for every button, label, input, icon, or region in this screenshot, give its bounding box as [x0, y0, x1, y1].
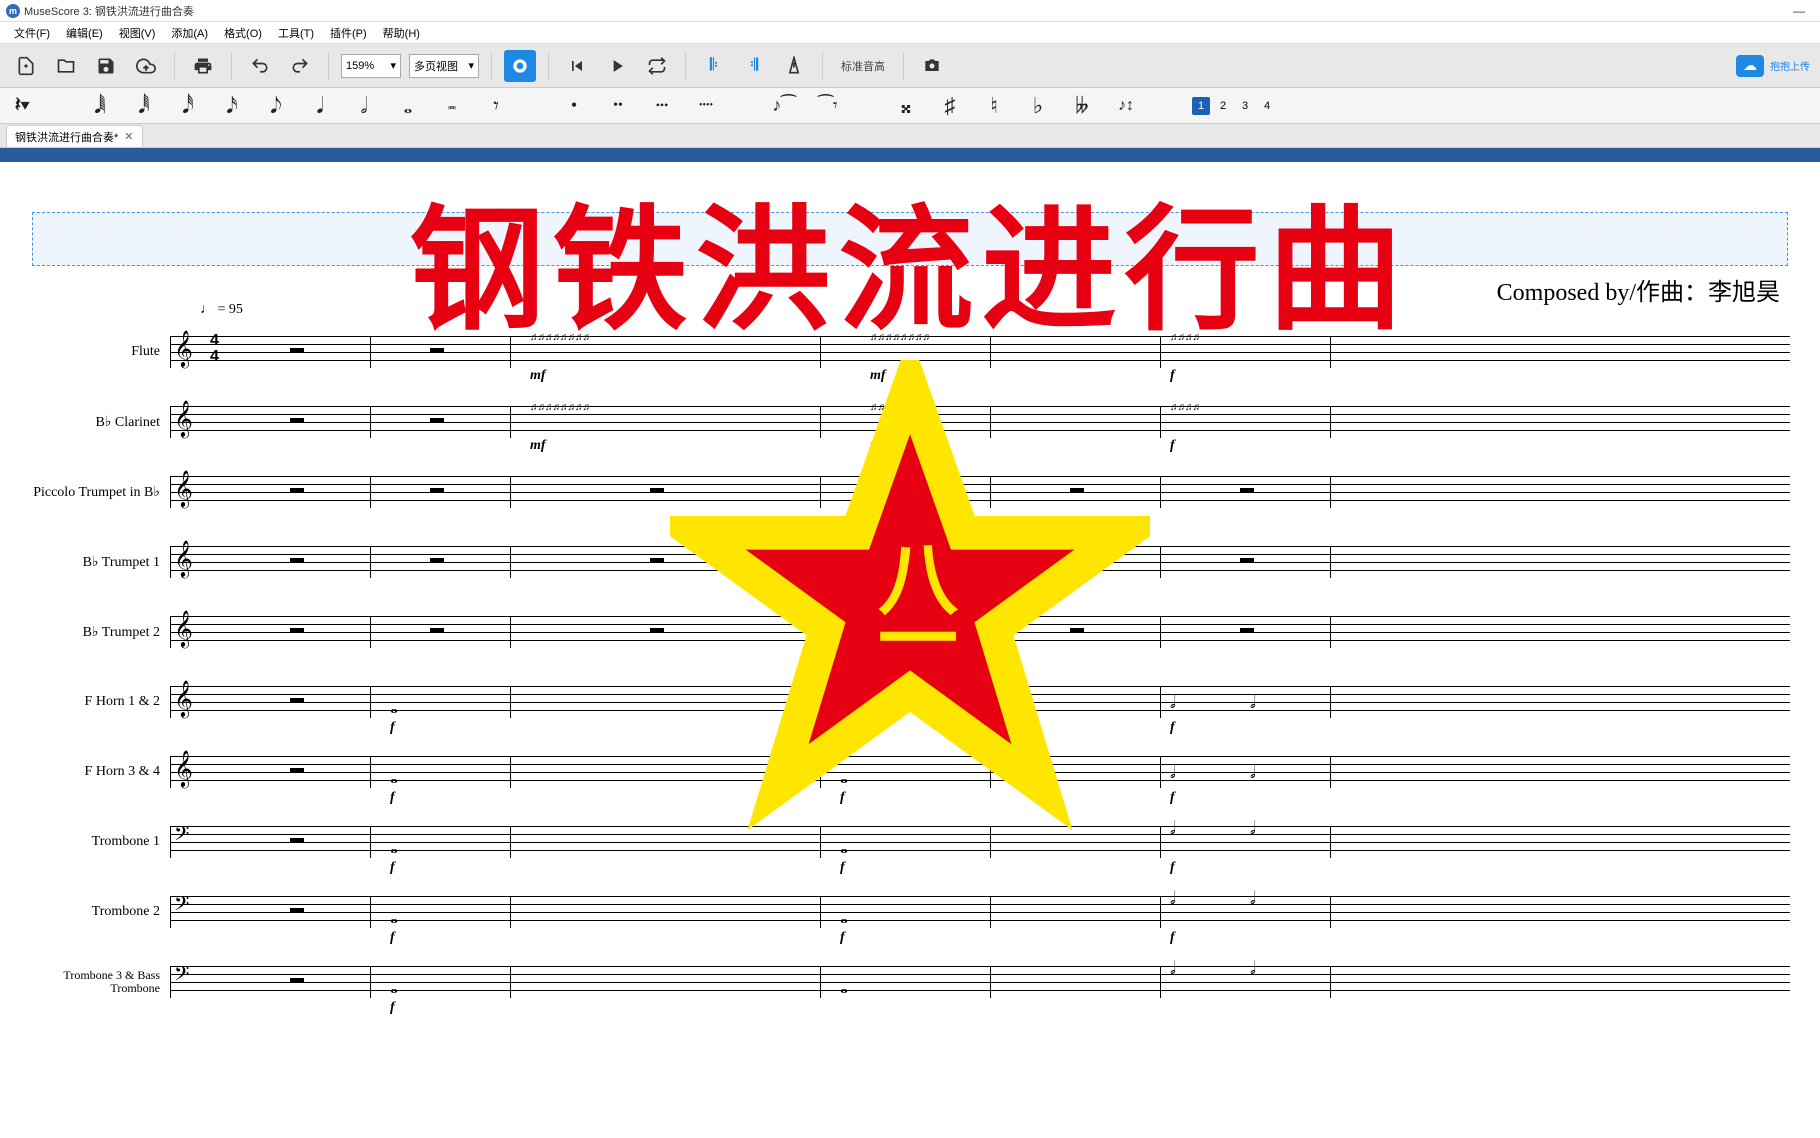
- bass-clef-icon: 𝄢: [174, 894, 189, 921]
- voice-2-button[interactable]: 2: [1214, 97, 1232, 115]
- treble-clef-icon: 𝄞: [174, 400, 193, 438]
- staff-trombone-1[interactable]: Trombone 1 𝄢 𝅝 𝅝 𝅗𝅥 𝅗𝅥 f f f: [30, 807, 1790, 877]
- menu-edit[interactable]: 编辑(E): [58, 25, 111, 41]
- app-logo-icon: m: [6, 4, 20, 18]
- staff-system: Flute 𝄞 44 mf mf f ♫♫♫♫♫♫♫♫ ♫♫♫♫♫♫♫♫ ♫♫♫…: [30, 317, 1790, 1017]
- menu-add[interactable]: 添加(A): [163, 25, 216, 41]
- note-32nd[interactable]: 𝅘𝅥𝅱: [132, 93, 156, 119]
- double-flat-button[interactable]: 𝄫: [1070, 93, 1094, 119]
- document-tab-bar: 钢铁洪流进行曲合奏* ✕: [0, 124, 1820, 148]
- treble-clef-icon: 𝄞: [174, 680, 193, 718]
- staff-trumpet-1[interactable]: B♭ Trumpet 1 𝄞: [30, 527, 1790, 597]
- repeat-end-button[interactable]: 𝄇: [738, 50, 770, 82]
- note-64th[interactable]: 𝅘𝅥𝅲: [88, 93, 112, 119]
- menu-plugins[interactable]: 插件(P): [322, 25, 375, 41]
- note-half[interactable]: 𝅘𝅥: [308, 93, 332, 119]
- treble-clef-icon: 𝄞: [174, 330, 193, 368]
- tie-button[interactable]: ♪⁀: [772, 95, 796, 116]
- voice-selector: 1 2 3 4: [1192, 97, 1276, 115]
- window-titlebar: m MuseScore 3: 钢铁洪流进行曲合奏 —: [0, 0, 1820, 22]
- new-file-button[interactable]: [10, 50, 42, 82]
- double-sharp-button[interactable]: 𝄪: [894, 93, 918, 119]
- note-16th[interactable]: 𝅘𝅥𝅰: [176, 93, 200, 119]
- repeat-start-button[interactable]: 𝄆: [698, 50, 730, 82]
- score-header-bar: [0, 148, 1820, 162]
- window-title: MuseScore 3: 钢铁洪流进行曲合奏: [24, 3, 194, 19]
- menu-view[interactable]: 视图(V): [111, 25, 164, 41]
- staff-trombone-2[interactable]: Trombone 2 𝄢 𝅝 𝅝 𝅗𝅥 𝅗𝅥 f f f: [30, 877, 1790, 947]
- save-button[interactable]: [90, 50, 122, 82]
- staff-trumpet-2[interactable]: B♭ Trumpet 2 𝄞: [30, 597, 1790, 667]
- document-tab[interactable]: 钢铁洪流进行曲合奏* ✕: [6, 125, 143, 147]
- note-input-mode-button[interactable]: [504, 50, 536, 82]
- double-dot-button[interactable]: ••: [606, 98, 630, 114]
- note-longa[interactable]: 𝅜: [440, 98, 464, 114]
- note-8th[interactable]: 𝅘𝅥𝅯: [220, 93, 244, 119]
- voice-3-button[interactable]: 3: [1236, 97, 1254, 115]
- concert-pitch-label[interactable]: 标准音高: [835, 58, 891, 74]
- metronome-button[interactable]: [778, 50, 810, 82]
- staff-clarinet[interactable]: B♭ Clarinet 𝄞 mf mf f ♫♫♫♫♫♫♫♫ ♫♫♫♫♫♫♫♫ …: [30, 387, 1790, 457]
- tempo-marking[interactable]: ♩ = 95: [200, 302, 243, 318]
- cloud-save-button[interactable]: [130, 50, 162, 82]
- staff-horn-12[interactable]: F Horn 1 & 2 𝄞 𝅝 𝅝 𝅗𝅥 𝅗𝅥 f f f: [30, 667, 1790, 737]
- dot-button[interactable]: •: [562, 95, 586, 116]
- play-button[interactable]: [601, 50, 633, 82]
- bass-clef-icon: 𝄢: [174, 964, 189, 991]
- tab-title: 钢铁洪流进行曲合奏*: [15, 129, 118, 145]
- composer-text[interactable]: Composed by/作曲：李旭昊: [1497, 272, 1780, 307]
- view-mode-select[interactable]: 多页视图▾: [409, 54, 479, 78]
- screenshot-button[interactable]: [916, 50, 948, 82]
- title-frame-selection[interactable]: [32, 212, 1788, 266]
- flip-button[interactable]: ♪↕: [1114, 97, 1138, 115]
- voice-1-button[interactable]: 1: [1192, 97, 1210, 115]
- staff-piccolo-trumpet[interactable]: Piccolo Trumpet in B♭ 𝄞: [30, 457, 1790, 527]
- open-file-button[interactable]: [50, 50, 82, 82]
- sharp-button[interactable]: ♯: [938, 93, 962, 119]
- note-quarter[interactable]: 𝅘𝅥𝅮: [264, 93, 288, 119]
- note-input-dropdown[interactable]: 𝄽▾: [10, 94, 34, 117]
- minimize-button[interactable]: —: [1784, 4, 1814, 18]
- staff-flute[interactable]: Flute 𝄞 44 mf mf f ♫♫♫♫♫♫♫♫ ♫♫♫♫♫♫♫♫ ♫♫♫…: [30, 317, 1790, 387]
- note-input-toolbar: 𝄽▾ 𝅘𝅥𝅲 𝅘𝅥𝅱 𝅘𝅥𝅰 𝅘𝅥𝅯 𝅘𝅥𝅮 𝅘𝅥 𝅗𝅥 𝅝 𝅜 𝄾 • •• …: [0, 88, 1820, 124]
- undo-button[interactable]: [244, 50, 276, 82]
- menu-format[interactable]: 格式(O): [216, 25, 270, 41]
- slur-button[interactable]: ⁀𝄾: [816, 95, 840, 116]
- upload-label[interactable]: 抱抱上传: [1770, 58, 1810, 73]
- note-whole[interactable]: 𝅗𝅥: [352, 93, 376, 119]
- flat-button[interactable]: ♭: [1026, 93, 1050, 119]
- cloud-sync-icon[interactable]: ☁: [1736, 55, 1764, 77]
- treble-clef-icon: 𝄞: [174, 750, 193, 788]
- note-breve[interactable]: 𝅝: [396, 93, 420, 119]
- menu-help[interactable]: 帮助(H): [375, 25, 428, 41]
- natural-button[interactable]: ♮: [982, 93, 1006, 119]
- staff-horn-34[interactable]: F Horn 3 & 4 𝄞 𝅝 𝅝 𝅗𝅥 𝅗𝅥 f f f: [30, 737, 1790, 807]
- rewind-button[interactable]: [561, 50, 593, 82]
- treble-clef-icon: 𝄞: [174, 540, 193, 578]
- redo-button[interactable]: [284, 50, 316, 82]
- menu-file[interactable]: 文件(F): [6, 25, 58, 41]
- treble-clef-icon: 𝄞: [174, 470, 193, 508]
- rest-button[interactable]: 𝄾: [484, 93, 508, 119]
- print-button[interactable]: [187, 50, 219, 82]
- staff-trombone-3-bass[interactable]: Trombone 3 & Bass Trombone 𝄢 𝅝 𝅝 𝅗𝅥 𝅗𝅥 f: [30, 947, 1790, 1017]
- voice-4-button[interactable]: 4: [1258, 97, 1276, 115]
- main-toolbar: 159%▾ 多页视图▾ 𝄆 𝄇 标准音高 ☁ 抱抱上传: [0, 44, 1820, 88]
- treble-clef-icon: 𝄞: [174, 610, 193, 648]
- loop-button[interactable]: [641, 50, 673, 82]
- quadruple-dot-button[interactable]: ••••: [694, 100, 718, 111]
- tab-close-icon[interactable]: ✕: [124, 130, 133, 143]
- menu-bar: 文件(F) 编辑(E) 视图(V) 添加(A) 格式(O) 工具(T) 插件(P…: [0, 22, 1820, 44]
- triple-dot-button[interactable]: •••: [650, 98, 674, 113]
- score-canvas[interactable]: Composed by/作曲：李旭昊 ♩ = 95 Flute 𝄞 44 mf …: [0, 162, 1820, 1138]
- bass-clef-icon: 𝄢: [174, 824, 189, 851]
- menu-tools[interactable]: 工具(T): [270, 25, 322, 41]
- zoom-level-input[interactable]: 159%▾: [341, 54, 401, 78]
